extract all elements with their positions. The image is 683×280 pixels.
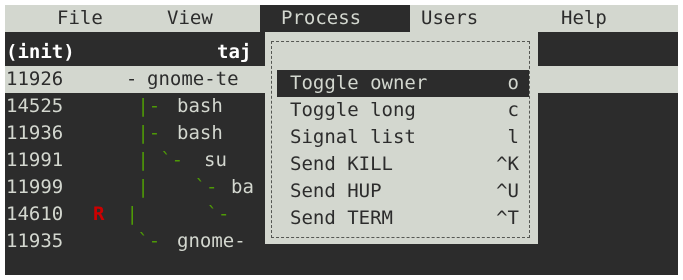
row-command: gnome- (177, 230, 246, 252)
menu-item-toggle-owner[interactable]: Toggle owner o (277, 70, 529, 97)
header-init: (init) (6, 41, 75, 63)
menu-process[interactable]: Process (260, 5, 410, 32)
menu-item-label: Send KILL (290, 153, 393, 175)
row-tree: - (103, 68, 149, 90)
menu-help[interactable]: Help (561, 5, 607, 32)
process-menu-dropdown: Toggle owner o Toggle long c Signal list… (265, 32, 538, 244)
menu-item-shortcut: ^T (496, 207, 519, 229)
menu-item-shortcut: c (507, 99, 519, 121)
menu-item-label: Send HUP (290, 180, 382, 202)
menu-item-label: Toggle long (290, 99, 416, 121)
row-pid: 11991 (6, 149, 64, 171)
menu-item-toggle-long[interactable]: Toggle long c (277, 97, 529, 124)
menu-item-send-hup[interactable]: Send HUP ^U (277, 178, 529, 205)
row-pid: 14610 (6, 203, 64, 225)
row-tree: | `- (103, 176, 229, 198)
menu-users[interactable]: Users (421, 5, 478, 32)
header-user: taj (217, 41, 252, 63)
menu-item-label: Signal list (290, 126, 416, 148)
row-tree: |- (103, 122, 172, 144)
row-tree: | `- (115, 203, 241, 225)
menu-item-shortcut: o (507, 72, 519, 94)
row-tree: | `- (103, 149, 195, 171)
row-tree: `- (103, 230, 172, 252)
row-command: bash (177, 95, 223, 117)
menu-item-shortcut: l (507, 126, 519, 148)
menu-item-send-term[interactable]: Send TERM ^T (277, 205, 529, 232)
menu-item-label: Send TERM (290, 207, 393, 229)
row-command: ba (231, 176, 254, 198)
row-state-flag: R (93, 203, 105, 225)
menu-item-shortcut: ^K (496, 153, 519, 175)
menu-item-label: Toggle owner (290, 72, 428, 94)
menu-item-send-kill[interactable]: Send KILL ^K (277, 151, 529, 178)
row-tree: |- (103, 95, 172, 117)
row-pid: 11999 (6, 176, 64, 198)
row-pid: 11935 (6, 230, 64, 252)
row-pid: 11926 (6, 68, 64, 90)
terminal-window: File View Process Users Help (init) taj … (5, 5, 678, 275)
row-command: bash (177, 122, 223, 144)
row-command: su (204, 149, 227, 171)
row-pid: 14525 (6, 95, 64, 117)
menu-item-signal-list[interactable]: Signal list l (277, 124, 529, 151)
menu-bar: File View Process Users Help (5, 5, 678, 32)
row-command: gnome-te (147, 68, 239, 90)
menu-file[interactable]: File (57, 5, 103, 32)
menu-item-shortcut: ^U (496, 180, 519, 202)
row-pid: 11936 (6, 122, 64, 144)
menu-view[interactable]: View (167, 5, 213, 32)
